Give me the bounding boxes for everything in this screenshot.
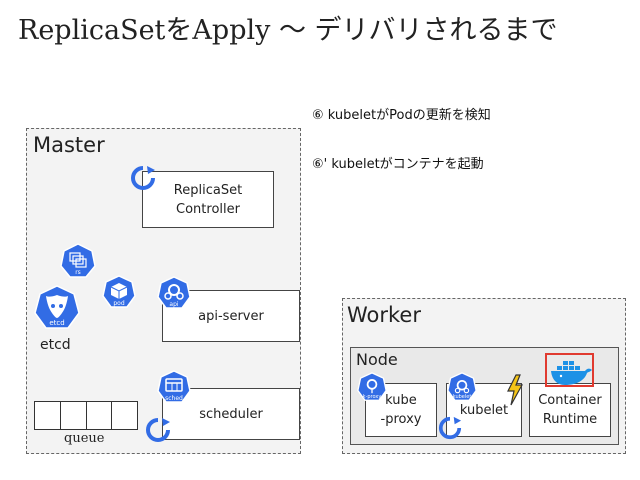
rs-icon-label: rs [75,269,81,276]
queue [34,401,138,430]
master-label: Master [33,133,105,157]
pod-icon-label: pod [113,300,125,307]
kubelet-icon-label: kubelet [452,394,472,400]
api-icon: api [157,276,191,310]
queue-slot [86,401,113,430]
queue-label: queue [64,431,105,446]
step-6-note: ⑥ kubeletがPodの更新を検知 [312,108,491,123]
node-label: Node [356,350,398,369]
etcd-label: etcd [40,337,71,353]
scheduler-loop-icon [145,417,171,443]
api-icon-label: api [169,301,179,308]
k-proxy-icon-label: k-proxy [362,394,382,400]
k-proxy-icon: k-proxy [357,372,387,402]
replicaset-controller-box: ReplicaSet Controller [142,171,274,228]
pod-icon: pod [102,275,136,309]
etcd-icon-label: etcd [49,319,65,327]
sched-icon: sched [157,370,191,404]
worker-label: Worker [347,303,421,327]
slide-title: ReplicaSetをApply 〜 デリバリされるまで [18,15,558,46]
docker-whale-icon [549,358,593,386]
reconcile-loop-icon [130,165,156,191]
step-6b-note: ⑥' kubeletがコンテナを起動 [312,157,484,172]
rs-icon: rs [60,243,96,279]
kubelet-icon: kubelet [447,372,477,402]
queue-slot [60,401,87,430]
sched-icon-label: sched [165,395,183,402]
etcd-icon: etcd [34,285,80,331]
kubelet-loop-icon [438,416,462,440]
container-runtime-box: Container Runtime [529,383,611,437]
queue-slot [112,401,138,430]
lightning-icon [506,374,524,406]
queue-slot [34,401,61,430]
